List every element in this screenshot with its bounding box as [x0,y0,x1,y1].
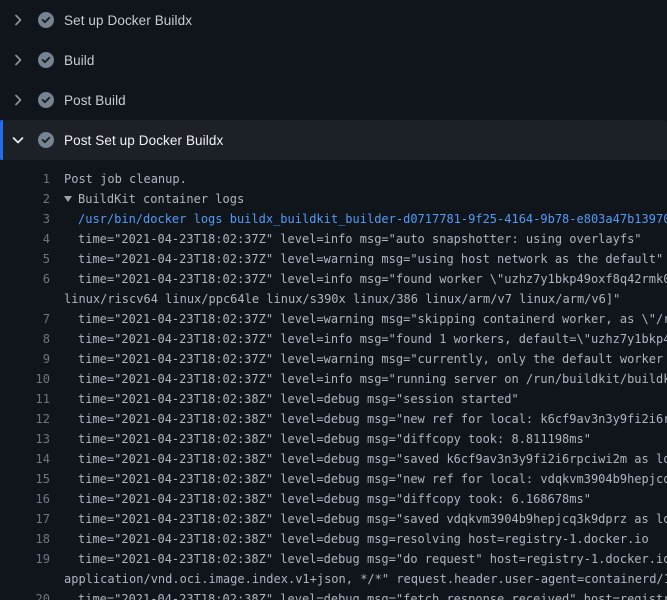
step-title: Build [64,53,95,68]
line-number[interactable]: 6 [0,269,50,289]
actions-log-viewer: Set up Docker Buildx Build [0,0,667,600]
log-row: linux/riscv64 linux/ppc64le linux/s390x … [0,289,667,309]
log-text: time="2021-04-23T18:02:37Z" level=info m… [64,229,667,249]
log-text: time="2021-04-23T18:02:37Z" level=info m… [64,269,667,289]
log-text: time="2021-04-23T18:02:38Z" level=debug … [64,409,667,429]
log-row: 6 time="2021-04-23T18:02:37Z" level=info… [0,269,667,289]
line-number[interactable]: 13 [0,429,50,449]
log-row: 17 time="2021-04-23T18:02:38Z" level=deb… [0,509,667,529]
log-row: 8 time="2021-04-23T18:02:37Z" level=info… [0,329,667,349]
chevron-right-icon [10,92,26,108]
log-row: 11 time="2021-04-23T18:02:38Z" level=deb… [0,389,667,409]
step-row[interactable]: Post Build [0,80,667,120]
step-row[interactable]: Set up Docker Buildx [0,0,667,40]
log-row: application/vnd.oci.image.index.v1+json,… [0,569,667,589]
line-number[interactable]: 7 [0,309,50,329]
line-number[interactable]: 12 [0,409,50,429]
line-number[interactable]: 9 [0,349,50,369]
check-circle-icon [38,52,54,68]
line-number[interactable]: 10 [0,369,50,389]
log-text: time="2021-04-23T18:02:37Z" level=warnin… [64,349,667,369]
line-number[interactable]: 3 [0,209,50,229]
step-row[interactable]: Post Set up Docker Buildx [0,120,667,160]
step-title: Post Set up Docker Buildx [64,133,223,148]
log-text: time="2021-04-23T18:02:37Z" level=info m… [64,329,667,349]
line-number[interactable]: 8 [0,329,50,349]
log-row: 9 time="2021-04-23T18:02:37Z" level=warn… [0,349,667,369]
log-row: 16 time="2021-04-23T18:02:38Z" level=deb… [0,489,667,509]
chevron-down-icon [10,132,26,148]
log-row: 15 time="2021-04-23T18:02:38Z" level=deb… [0,469,667,489]
line-number[interactable]: 5 [0,249,50,269]
log-row: 20 time="2021-04-23T18:02:38Z" level=deb… [0,589,667,600]
line-number[interactable]: 11 [0,389,50,409]
line-number[interactable] [0,289,50,309]
log-text: /usr/bin/docker logs buildx_buildkit_bui… [64,209,667,229]
log-text: time="2021-04-23T18:02:38Z" level=debug … [64,389,667,409]
log-text: time="2021-04-23T18:02:38Z" level=debug … [64,509,667,529]
log-row: 5 time="2021-04-23T18:02:37Z" level=warn… [0,249,667,269]
steps-list: Set up Docker Buildx Build [0,0,667,160]
line-number[interactable]: 16 [0,489,50,509]
chevron-right-icon [10,52,26,68]
log-row: 14 time="2021-04-23T18:02:38Z" level=deb… [0,449,667,469]
log-text: time="2021-04-23T18:02:38Z" level=debug … [64,529,667,549]
log-text: time="2021-04-23T18:02:38Z" level=debug … [64,589,667,600]
line-number[interactable]: 17 [0,509,50,529]
log-row: 19 time="2021-04-23T18:02:38Z" level=deb… [0,549,667,569]
log-text: time="2021-04-23T18:02:38Z" level=debug … [64,489,667,509]
line-number[interactable]: 20 [0,589,50,600]
step-title: Set up Docker Buildx [64,13,192,28]
line-number[interactable] [0,569,50,589]
collapse-triangle-icon[interactable] [64,196,72,202]
log-text: time="2021-04-23T18:02:37Z" level=info m… [64,369,667,389]
log-text: time="2021-04-23T18:02:38Z" level=debug … [64,429,667,449]
log-text: time="2021-04-23T18:02:37Z" level=warnin… [64,309,667,329]
log-row: 3 /usr/bin/docker logs buildx_buildkit_b… [0,209,667,229]
log-row: 13 time="2021-04-23T18:02:38Z" level=deb… [0,429,667,449]
log-lines: 1 Post job cleanup. 2 BuildKit container… [0,160,667,600]
log-text: application/vnd.oci.image.index.v1+json,… [64,569,667,589]
step-title: Post Build [64,93,126,108]
log-text: BuildKit container logs [64,189,667,209]
log-text: time="2021-04-23T18:02:38Z" level=debug … [64,549,667,569]
check-circle-icon [38,132,54,148]
log-row: 12 time="2021-04-23T18:02:38Z" level=deb… [0,409,667,429]
log-text: time="2021-04-23T18:02:38Z" level=debug … [64,469,667,489]
line-number[interactable]: 14 [0,449,50,469]
log-text: time="2021-04-23T18:02:38Z" level=debug … [64,449,667,469]
log-text: time="2021-04-23T18:02:37Z" level=warnin… [64,249,667,269]
line-number[interactable]: 18 [0,529,50,549]
line-number[interactable]: 2 [0,189,50,209]
log-text: Post job cleanup. [64,169,667,189]
log-row: 7 time="2021-04-23T18:02:37Z" level=warn… [0,309,667,329]
log-row: 2 BuildKit container logs [0,189,667,209]
line-number[interactable]: 4 [0,229,50,249]
line-number[interactable]: 15 [0,469,50,489]
log-row: 1 Post job cleanup. [0,169,667,189]
log-row: 4 time="2021-04-23T18:02:37Z" level=info… [0,229,667,249]
log-row: 18 time="2021-04-23T18:02:38Z" level=deb… [0,529,667,549]
line-number[interactable]: 19 [0,549,50,569]
step-row[interactable]: Build [0,40,667,80]
log-text: linux/riscv64 linux/ppc64le linux/s390x … [64,289,667,309]
check-circle-icon [38,92,54,108]
check-circle-icon [38,12,54,28]
chevron-right-icon [10,12,26,28]
log-row: 10 time="2021-04-23T18:02:37Z" level=inf… [0,369,667,389]
line-number[interactable]: 1 [0,169,50,189]
